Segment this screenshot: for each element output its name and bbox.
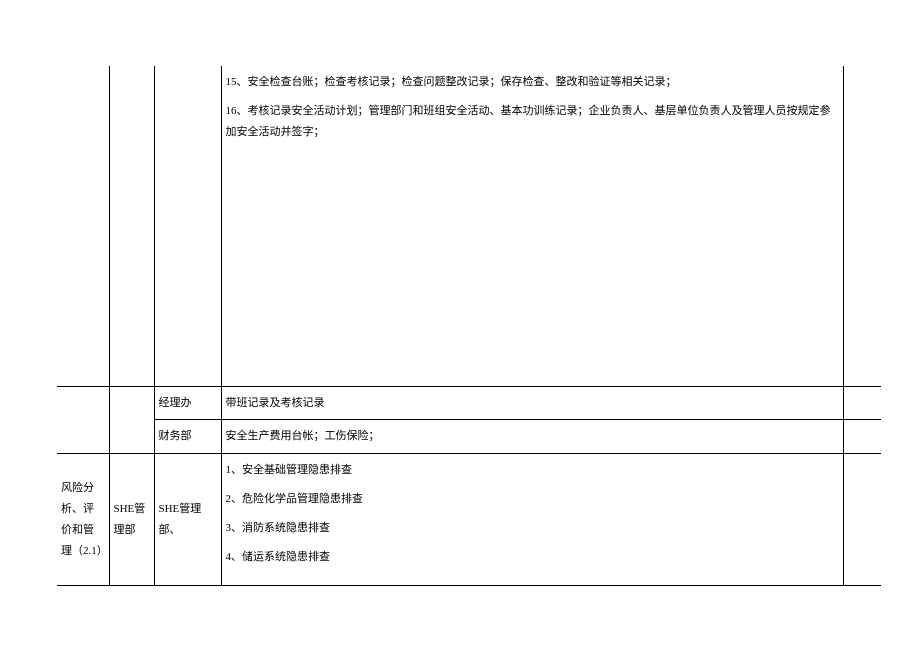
content-line: 4、储运系统隐患排查: [226, 547, 839, 568]
content-line: 15、安全检查台账；检查考核记录；检查问题整改记录；保存检查、整改和验证等相关记…: [226, 72, 839, 93]
document-page: 15、安全检查台账；检查考核记录；检查问题整改记录；保存检查、整改和验证等相关记…: [0, 0, 920, 651]
table-row: 15、安全检查台账；检查考核记录；检查问题整改记录；保存检查、整改和验证等相关记…: [57, 66, 881, 386]
cell-owner-blank2: [109, 420, 154, 454]
content-line: 3、消防系统隐患排查: [226, 518, 839, 539]
cell-extra-4: [843, 454, 881, 586]
cell-owner-4: SHE管理部: [109, 454, 154, 586]
cell-extra-2: [843, 386, 881, 420]
cell-dept-2: 经理办: [154, 386, 221, 420]
cell-content-3: 安全生产费用台帐；工伤保险；: [221, 420, 843, 454]
cell-dept-cont: [154, 66, 221, 386]
cell-content-4: 1、安全基础管理隐患排查 2、危险化学品管理隐患排查 3、消防系统隐患排查 4、…: [221, 454, 843, 586]
content-line: 1、安全基础管理隐患排查: [226, 460, 839, 481]
table-row: 经理办 带班记录及考核记录: [57, 386, 881, 420]
table-row: 财务部 安全生产费用台帐；工伤保险；: [57, 420, 881, 454]
cell-owner-cont: [109, 66, 154, 386]
cell-cat-cont: [57, 66, 109, 386]
table-row: 风险分析、评价和管理（2.1） SHE管理部 SHE管理部、 1、安全基础管理隐…: [57, 454, 881, 586]
cell-dept-3: 财务部: [154, 420, 221, 454]
cell-extra-3: [843, 420, 881, 454]
cell-cat-4: 风险分析、评价和管理（2.1）: [57, 454, 109, 586]
content-line: 2、危险化学品管理隐患排查: [226, 489, 839, 510]
content-line: 16、考核记录安全活动计划；管理部门和班组安全活动、基本功训练记录；企业负责人、…: [226, 101, 839, 143]
main-table: 15、安全检查台账；检查考核记录；检查问题整改记录；保存检查、整改和验证等相关记…: [57, 66, 881, 586]
cell-cat-blank: [57, 386, 109, 420]
cell-content-2: 带班记录及考核记录: [221, 386, 843, 420]
cell-content-1: 15、安全检查台账；检查考核记录；检查问题整改记录；保存检查、整改和验证等相关记…: [221, 66, 843, 386]
cell-extra-1: [843, 66, 881, 386]
cell-cat-blank2: [57, 420, 109, 454]
cell-dept-4: SHE管理部、: [154, 454, 221, 586]
cell-owner-blank: [109, 386, 154, 420]
